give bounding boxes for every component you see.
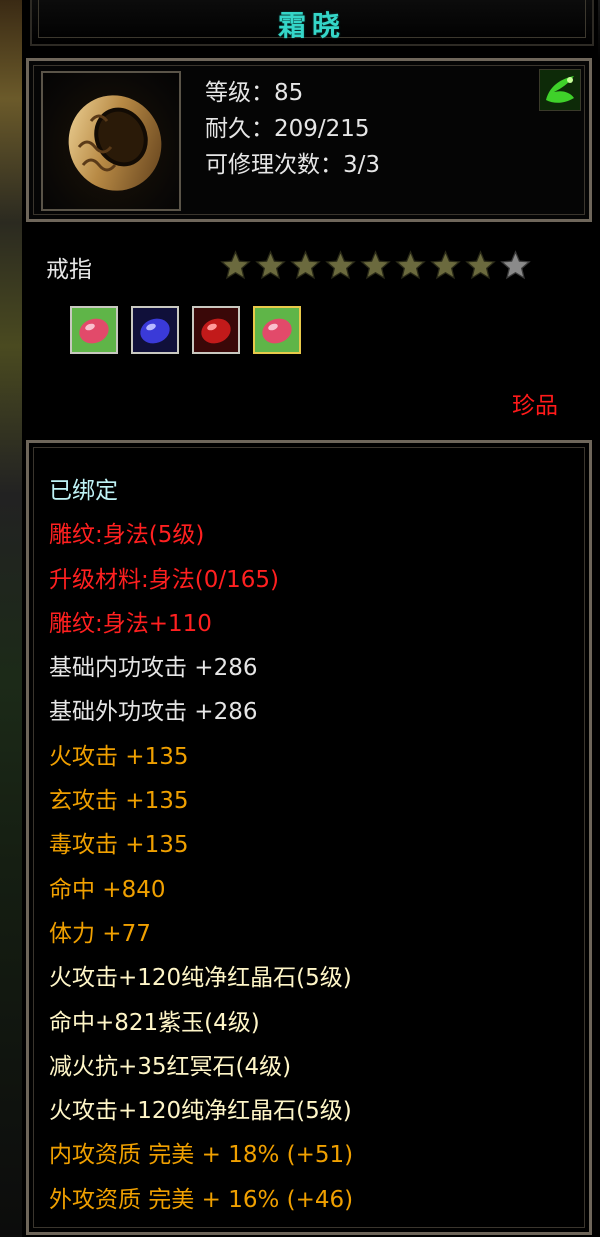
gem-red-green-icon bbox=[72, 308, 116, 352]
attribute-line: 基础外功攻击 +286 bbox=[49, 699, 258, 726]
star-icon bbox=[290, 250, 321, 280]
attribute-line: 玄攻击 +135 bbox=[49, 788, 189, 815]
attribute-line: 已绑定 bbox=[49, 478, 118, 504]
green-emblem-icon bbox=[539, 69, 581, 111]
star-icon bbox=[255, 250, 286, 280]
item-icon-frame[interactable] bbox=[41, 71, 181, 211]
level-text: 等级：85 bbox=[205, 80, 304, 106]
attribute-line: 命中+821紫玉(4级) bbox=[49, 1009, 260, 1036]
star-icon bbox=[220, 250, 251, 280]
gem-blue-icon bbox=[133, 308, 177, 352]
star-rating bbox=[220, 250, 531, 281]
star-icon bbox=[325, 250, 356, 280]
attribute-panel: 已绑定雕纹:身法(5级) 升级材料:身法(0/165) 雕纹:身法+110 基础内功攻… bbox=[26, 440, 592, 1235]
attribute-line: 火攻击 +135 bbox=[49, 743, 189, 770]
rarity-label: 珍品 bbox=[512, 393, 558, 419]
gem-slot[interactable] bbox=[131, 306, 179, 354]
item-name: 霜晓 bbox=[277, 9, 346, 42]
gem-red-green-icon bbox=[255, 308, 299, 352]
attribute-line: 升级材料:身法(0/165) bbox=[49, 566, 279, 593]
gem-red-icon bbox=[194, 308, 238, 352]
attribute-line: 减火抗+35红冥石(4级) bbox=[49, 1053, 292, 1080]
item-tooltip: 霜晓 等级：85 耐久：209/215 可修理次数：3/3 戒指 珍品 已绑定 … bbox=[22, 0, 598, 1237]
attribute-line: 体力 +77 bbox=[49, 920, 151, 947]
gem-slot[interactable] bbox=[70, 306, 118, 354]
attribute-list: 已绑定雕纹:身法(5级) 升级材料:身法(0/165) 雕纹:身法+110 基础内功攻… bbox=[49, 469, 353, 1222]
attribute-line: 命中 +840 bbox=[49, 876, 166, 903]
item-type: 戒指 bbox=[46, 257, 92, 283]
star-icon bbox=[500, 250, 531, 280]
background-strip bbox=[0, 0, 24, 1237]
star-icon bbox=[395, 250, 426, 280]
attribute-line: 火攻击+120纯净红晶石(5级) bbox=[49, 1098, 352, 1125]
gem-slot[interactable] bbox=[192, 306, 240, 354]
attribute-line: 雕纹:身法+110 bbox=[49, 610, 212, 637]
star-icon bbox=[430, 250, 461, 280]
attribute-line: 基础内功攻击 +286 bbox=[49, 655, 258, 682]
attribute-line: 毒攻击 +135 bbox=[49, 832, 189, 859]
attribute-line: 内攻资质 完美 + 18% (+51) bbox=[49, 1142, 354, 1169]
attribute-line: 外攻资质 完美 + 16% (+46) bbox=[49, 1186, 354, 1213]
attribute-line: 雕纹:身法(5级) bbox=[49, 522, 205, 549]
gem-slot[interactable] bbox=[253, 306, 301, 354]
item-header: 等级：85 耐久：209/215 可修理次数：3/3 bbox=[26, 58, 592, 222]
durability-text: 耐久：209/215 bbox=[205, 116, 370, 142]
gem-slots bbox=[70, 306, 301, 354]
star-icon bbox=[465, 250, 496, 280]
ring-icon bbox=[68, 95, 162, 191]
star-icon bbox=[360, 250, 391, 280]
repair-count-text: 可修理次数：3/3 bbox=[205, 152, 381, 178]
attribute-line: 火攻击+120纯净红晶石(5级) bbox=[49, 965, 352, 992]
title-bar: 霜晓 bbox=[30, 0, 594, 46]
